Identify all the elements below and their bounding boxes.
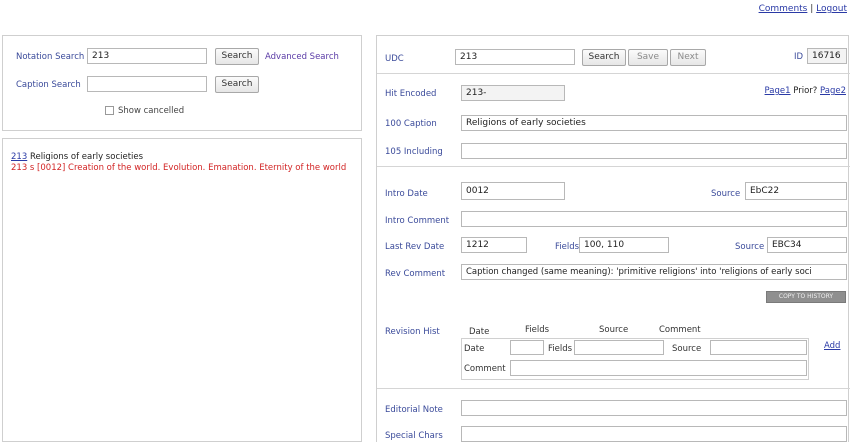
notation-search-button[interactable]: Search bbox=[215, 48, 259, 65]
results-panel: 213 Religions of early societies 213 s [… bbox=[2, 138, 362, 442]
fields-label: Fields bbox=[555, 242, 580, 252]
intro-comment-label: Intro Comment bbox=[385, 216, 450, 226]
udc-search-button[interactable]: Search bbox=[582, 49, 626, 66]
result-text: Religions of early societies bbox=[29, 152, 144, 162]
section-divider bbox=[377, 388, 850, 389]
caption-search-input[interactable] bbox=[87, 76, 207, 92]
page1-link[interactable]: Page1 bbox=[765, 86, 791, 96]
logout-link[interactable]: Logout bbox=[816, 4, 847, 14]
advanced-search-link[interactable]: Advanced Search bbox=[265, 52, 339, 62]
source-input[interactable]: EbC22 bbox=[745, 182, 847, 200]
rev-row-fields-label: Fields bbox=[548, 344, 573, 354]
id-label: ID bbox=[794, 52, 804, 62]
result-text: 213 s [0012] Creation of the world. Evol… bbox=[11, 163, 347, 173]
next-button[interactable]: Next bbox=[670, 49, 706, 66]
including-label: 105 Including bbox=[385, 147, 443, 157]
page-nav: Page1 Prior? Page2 bbox=[765, 86, 846, 96]
rev-date-input[interactable] bbox=[510, 340, 544, 355]
revision-hist-label: Revision Hist bbox=[385, 327, 440, 337]
including-input[interactable] bbox=[461, 143, 847, 159]
source2-input[interactable]: EBC34 bbox=[767, 237, 847, 253]
rev-row-date-label: Date bbox=[464, 344, 485, 354]
intro-comment-input[interactable] bbox=[461, 211, 847, 227]
rev-row-source-label: Source bbox=[672, 344, 702, 354]
add-revision-link[interactable]: Add bbox=[824, 341, 840, 351]
rev-header-source: Source bbox=[599, 325, 629, 335]
source-label: Source bbox=[711, 189, 741, 199]
udc-input[interactable]: 213 bbox=[455, 49, 575, 65]
rev-comment-input[interactable]: Caption changed (same meaning): 'primiti… bbox=[461, 264, 847, 280]
caption-label: 100 Caption bbox=[385, 119, 437, 129]
prior-text: Prior? bbox=[793, 86, 818, 96]
top-nav: Comments | Logout bbox=[759, 4, 847, 14]
rev-comment-label: Rev Comment bbox=[385, 269, 446, 279]
special-chars-input[interactable] bbox=[461, 426, 847, 442]
copy-to-history-button[interactable]: COPY TO HISTORY bbox=[766, 291, 846, 303]
result-item[interactable]: 213 s [0012] Creation of the world. Evol… bbox=[11, 163, 353, 174]
id-field: 16716 bbox=[807, 48, 847, 64]
special-chars-label: Special Chars bbox=[385, 431, 443, 441]
rev-header-comment: Comment bbox=[659, 325, 701, 335]
rev-comment-row-input[interactable] bbox=[510, 360, 807, 376]
nav-separator: | bbox=[810, 4, 814, 14]
search-panel: Notation Search 213 Search Advanced Sear… bbox=[2, 35, 362, 131]
intro-date-input[interactable]: 0012 bbox=[461, 182, 565, 200]
show-cancelled-label: Show cancelled bbox=[118, 106, 185, 116]
rev-header-fields: Fields bbox=[525, 325, 550, 335]
save-button[interactable]: Save bbox=[628, 49, 668, 66]
show-cancelled-option[interactable]: Show cancelled bbox=[105, 106, 184, 116]
notation-search-input[interactable]: 213 bbox=[87, 48, 207, 64]
udc-label: UDC bbox=[385, 54, 404, 64]
caption-search-button[interactable]: Search bbox=[215, 76, 259, 93]
editorial-note-label: Editorial Note bbox=[385, 405, 443, 415]
result-code-link[interactable]: 213 bbox=[11, 152, 27, 162]
show-cancelled-checkbox[interactable] bbox=[105, 106, 114, 115]
result-item[interactable]: 213 Religions of early societies bbox=[11, 152, 353, 163]
hit-encoded-field: 213- bbox=[461, 85, 565, 101]
last-rev-date-input[interactable]: 1212 bbox=[461, 237, 527, 253]
rev-header-date: Date bbox=[469, 327, 490, 337]
caption-search-label: Caption Search bbox=[16, 80, 81, 90]
source2-label: Source bbox=[735, 242, 765, 252]
section-divider bbox=[377, 166, 850, 167]
editorial-note-input[interactable] bbox=[461, 400, 847, 416]
fields-input[interactable]: 100, 110 bbox=[579, 237, 669, 253]
rev-fields-input[interactable] bbox=[574, 340, 664, 355]
comments-link[interactable]: Comments bbox=[759, 4, 808, 14]
rev-row-comment-label: Comment bbox=[464, 364, 506, 374]
notation-search-label: Notation Search bbox=[16, 52, 85, 62]
rev-source-input[interactable] bbox=[710, 340, 807, 355]
caption-input[interactable]: Religions of early societies bbox=[461, 115, 847, 131]
last-rev-date-label: Last Rev Date bbox=[385, 242, 445, 252]
hit-encoded-label: Hit Encoded bbox=[385, 89, 437, 99]
revision-entry-box: Date Fields Source Comment bbox=[461, 338, 809, 380]
record-panel: UDC 213 Search Save Next ID 16716 Hit En… bbox=[376, 35, 850, 442]
intro-date-label: Intro Date bbox=[385, 189, 428, 199]
page2-link[interactable]: Page2 bbox=[820, 86, 846, 96]
section-divider bbox=[377, 73, 850, 74]
